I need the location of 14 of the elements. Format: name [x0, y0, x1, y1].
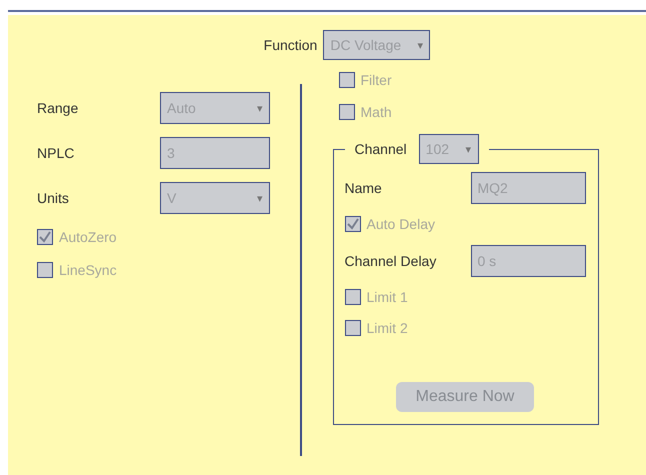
- field-label: NPLC: [37, 145, 76, 161]
- field-label: Name: [344, 180, 383, 196]
- function-label: Function: [264, 37, 318, 53]
- channel-label: Channel: [354, 141, 407, 157]
- field-label: Channel Delay: [344, 253, 438, 269]
- checkbox-label: Math: [360, 104, 392, 120]
- checkbox-label: Filter: [360, 72, 392, 88]
- checkbox-label: AutoZero: [59, 229, 117, 245]
- checkbox-label: Limit 2: [366, 320, 408, 336]
- checkbox-label: Auto Delay: [366, 216, 435, 232]
- checkbox-label: LineSync: [59, 262, 117, 278]
- field-label: Range: [37, 100, 80, 116]
- field-label: Units: [37, 190, 70, 206]
- checkbox-label: Limit 1: [366, 289, 408, 305]
